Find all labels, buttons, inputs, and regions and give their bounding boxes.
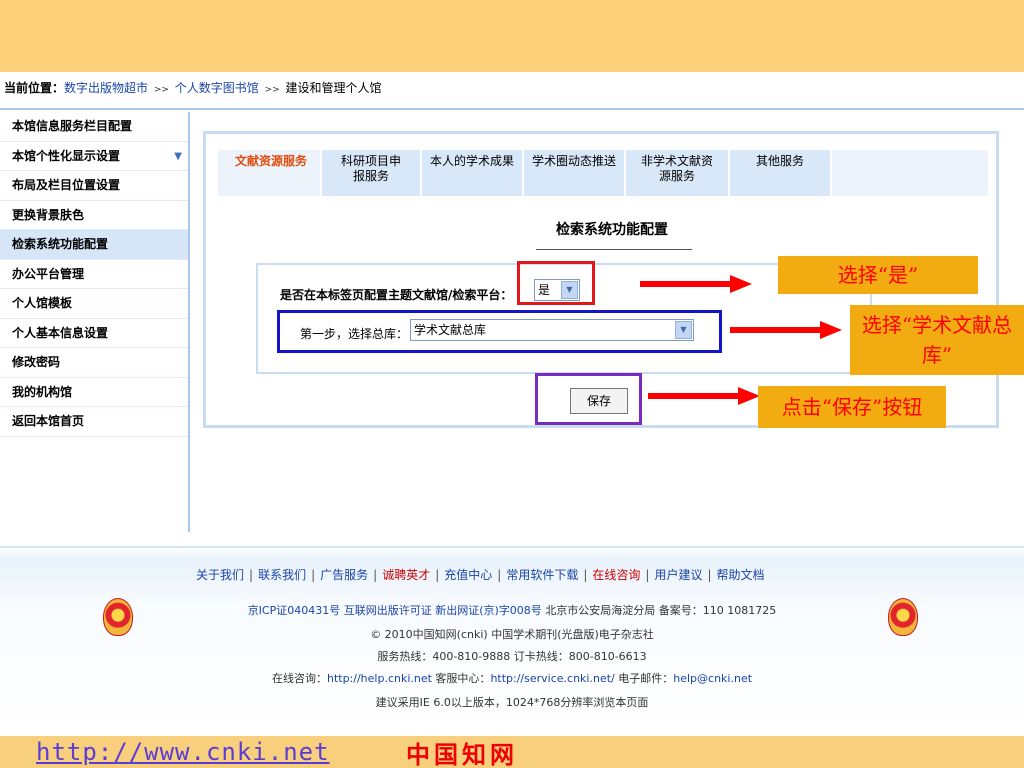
- chevron-down-icon[interactable]: ▼: [174, 142, 182, 171]
- library-select-highlight: [277, 310, 722, 353]
- footer-separator: |: [249, 568, 254, 582]
- breadcrumb-separator: >>: [264, 85, 280, 95]
- footer-separator: |: [373, 568, 378, 582]
- config-title: 检索系统功能配置: [556, 222, 668, 238]
- sidebar-item-label: 返回本馆首页: [12, 414, 85, 428]
- footer-separator: |: [707, 568, 712, 582]
- police-emblem-icon: [888, 598, 918, 636]
- arrow-right-icon: [648, 387, 760, 405]
- footer-link-jobs[interactable]: 诚聘英才: [382, 568, 430, 582]
- sidebar-item-label: 检索系统功能配置: [12, 237, 109, 251]
- footer: 关于我们 | 联系我们 | 广告服务 | 诚聘英才 | 充值中心 | 常用软件下载 | 在线咨询 | 用户建…: [0, 546, 1024, 736]
- police-emblem-icon: [103, 598, 133, 636]
- platform-question-label: 是否在本标签页配置主题文献馆/检索平台：: [280, 288, 513, 302]
- footer-link-downloads[interactable]: 常用软件下载: [506, 568, 578, 582]
- sidebar-item-office-platform[interactable]: 办公平台管理: [0, 260, 188, 289]
- arrow-right-icon: [730, 321, 842, 339]
- footer-browser-note: 建议采用IE 6.0以上版本，1024*768分辨率浏览本页面: [375, 696, 649, 709]
- footer-help-link[interactable]: http://help.cnki.net: [327, 672, 432, 685]
- footer-link-help[interactable]: 帮助文档: [717, 568, 765, 582]
- sidebar-item-change-password[interactable]: 修改密码: [0, 348, 188, 378]
- footer-service-label: 客服中心：: [431, 672, 491, 685]
- tab-academic-results[interactable]: 本人的学术成果: [422, 150, 524, 196]
- tab-bar: 文献资源服务 科研项目申报服务 本人的学术成果 学术圈动态推送 非学术文献资源服…: [218, 150, 988, 196]
- sidebar-item-label: 个人基本信息设置: [12, 325, 109, 340]
- footer-link-online-consult[interactable]: 在线咨询: [592, 568, 640, 582]
- footer-link-recharge[interactable]: 充值中心: [444, 568, 492, 582]
- tab-research-projects[interactable]: 科研项目申报服务: [322, 150, 422, 196]
- footer-license-links[interactable]: 京ICP证040431号 互联网出版许可证 新出网证(京)字008号: [248, 604, 542, 617]
- footer-copyright: © 2010中国知网(cnki) 中国学术期刊(光盘版)电子杂志社: [370, 628, 654, 641]
- tab-academic-news[interactable]: 学术圈动态推送: [524, 150, 626, 196]
- footer-contact-line: 在线咨询：http://help.cnki.net 客服中心：http://se…: [0, 670, 1024, 686]
- footer-separator: |: [435, 568, 440, 582]
- footer-link-suggestions[interactable]: 用户建议: [654, 568, 702, 582]
- tab-label: 文献资源服务: [234, 154, 307, 168]
- sidebar-item-display-settings[interactable]: 本馆个性化显示设置 ▼: [0, 142, 188, 171]
- sidebar-item-home[interactable]: 返回本馆首页: [0, 407, 188, 437]
- footer-license-line: 京ICP证040431号 互联网出版许可证 新出网证(京)字008号 北京市公安…: [0, 602, 1024, 618]
- sidebar-item-templates[interactable]: 个人馆模板: [0, 289, 188, 319]
- callout-click-save: 点击“保存”按钮: [758, 386, 946, 428]
- sidebar-item-background-skin[interactable]: 更换背景肤色: [0, 201, 188, 230]
- tab-literature-service[interactable]: 文献资源服务: [222, 150, 322, 196]
- footer-links: 关于我们 | 联系我们 | 广告服务 | 诚聘英才 | 充值中心 | 常用软件下载 | 在线咨询 | 用户建…: [196, 566, 765, 583]
- footer-separator: |: [583, 568, 588, 582]
- footer-hotline: 服务热线：400-810-9888 订卡热线：800-810-6613: [377, 650, 647, 663]
- sidebar-item-label: 我的机构馆: [12, 384, 73, 399]
- sidebar-item-label: 布局及栏目位置设置: [12, 178, 121, 192]
- breadcrumb-separator: >>: [153, 85, 169, 95]
- breadcrumb-link-personal-library[interactable]: 个人数字图书馆: [175, 81, 259, 95]
- sidebar-item-column-config[interactable]: 本馆信息服务栏目配置: [0, 112, 188, 142]
- sidebar-item-label: 本馆信息服务栏目配置: [12, 119, 133, 133]
- footer-license-text: 北京市公安局海淀分局 备案号：110 1081725: [541, 604, 777, 617]
- callout-choose-yes: 选择“是”: [778, 256, 978, 294]
- site-name: 中国知网: [406, 740, 518, 768]
- footer-consult-label: 在线咨询：: [271, 672, 327, 685]
- sidebar-item-label: 更换背景肤色: [12, 207, 85, 222]
- footer-link-about[interactable]: 关于我们: [196, 568, 244, 582]
- sidebar-item-label: 修改密码: [12, 355, 61, 369]
- sidebar-item-layout-settings[interactable]: 布局及栏目位置设置: [0, 171, 188, 201]
- tab-label: 科研项目申报服务: [340, 154, 401, 183]
- footer-email-label: 电子邮件：: [614, 672, 674, 685]
- sidebar-item-my-institution[interactable]: 我的机构馆: [0, 378, 188, 407]
- footer-separator: |: [311, 568, 316, 582]
- breadcrumb-divider: [0, 108, 1024, 110]
- tab-other-services[interactable]: 其他服务: [730, 150, 832, 196]
- breadcrumb-link-digital-market[interactable]: 数字出版物超市: [64, 81, 148, 95]
- sidebar-item-search-config[interactable]: 检索系统功能配置: [0, 230, 188, 260]
- footer-service-link[interactable]: http://service.cnki.net/: [490, 672, 614, 685]
- top-band: [0, 0, 1024, 72]
- sidebar-item-label: 个人馆模板: [12, 296, 73, 310]
- save-button-highlight: [535, 373, 642, 425]
- sidebar-item-personal-info[interactable]: 个人基本信息设置: [0, 319, 188, 348]
- footer-separator: |: [497, 568, 502, 582]
- tab-label: 其他服务: [755, 154, 804, 168]
- site-url-link[interactable]: http://www.cnki.net: [36, 738, 330, 766]
- tab-label: 本人的学术成果: [429, 154, 514, 168]
- arrow-right-icon: [640, 275, 752, 293]
- footer-link-ads[interactable]: 广告服务: [320, 568, 368, 582]
- sidebar: 本馆信息服务栏目配置 本馆个性化显示设置 ▼ 布局及栏目位置设置 更换背景肤色 检…: [0, 112, 190, 532]
- footer-link-contact[interactable]: 联系我们: [258, 568, 306, 582]
- tab-label: 非学术文献资源服务: [640, 154, 713, 183]
- footer-separator: |: [645, 568, 650, 582]
- callout-choose-library: 选择“学术文献总库”: [850, 305, 1024, 375]
- breadcrumb-label: 当前位置：: [4, 81, 65, 95]
- breadcrumb-current: 建设和管理个人馆: [285, 81, 382, 95]
- footer-email-link[interactable]: help@cnki.net: [673, 672, 752, 685]
- tab-label: 学术圈动态推送: [531, 154, 616, 168]
- sidebar-item-label: 本馆个性化显示设置: [12, 148, 121, 163]
- tab-non-academic[interactable]: 非学术文献资源服务: [626, 150, 730, 196]
- sidebar-item-label: 办公平台管理: [12, 266, 85, 281]
- yes-select-highlight: [517, 261, 595, 305]
- breadcrumb: 当前位置：数字出版物超市 >> 个人数字图书馆 >> 建设和管理个人馆: [4, 79, 382, 97]
- title-underline: [536, 249, 692, 250]
